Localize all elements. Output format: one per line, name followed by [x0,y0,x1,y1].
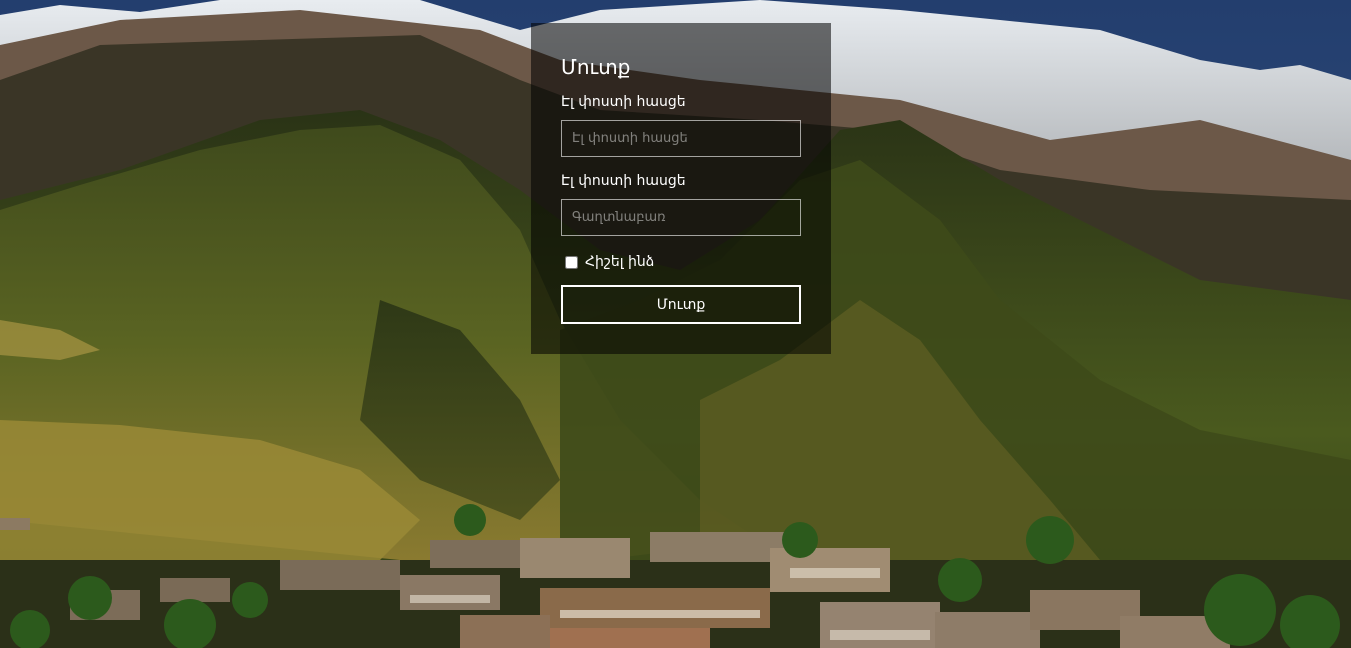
login-panel: Մուտք Էլ փոստի հասցե Էլ փոստի հասցե Հիշե… [531,23,831,354]
email-input[interactable] [561,120,801,157]
password-label: Էլ փոստի հասցե [561,173,686,189]
remember-me-checkbox[interactable] [565,255,578,269]
remember-me-row: Հիշել ինձ [565,252,654,272]
email-label: Էլ փոստի հասցե [561,94,686,110]
login-submit-button[interactable]: Մուտք [561,285,801,324]
login-title: Մուտք [561,55,631,79]
password-input[interactable] [561,199,801,236]
remember-me-label: Հիշել ինձ [585,254,655,270]
